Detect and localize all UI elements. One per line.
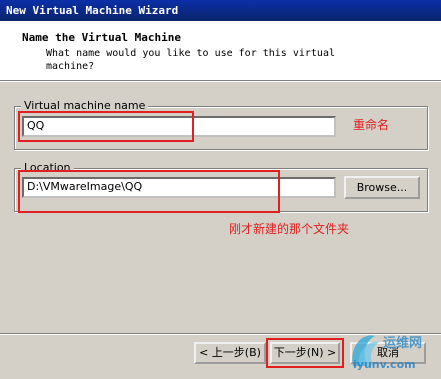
back-button[interactable]: < 上一步(B) [194, 342, 266, 364]
watermark-text: 运维网 [383, 336, 423, 351]
rename-annotation: 重命名 [353, 118, 390, 132]
site-watermark: 运维网 iyunv.com [345, 326, 441, 375]
page-title: Name the Virtual Machine [22, 31, 181, 44]
page-description: What name would you like to use for this… [46, 48, 335, 72]
wizard-header: Name the Virtual Machine What name would… [0, 21, 441, 81]
next-highlight [266, 338, 344, 368]
browse-button[interactable]: Browse... [344, 176, 420, 199]
folder-annotation: 刚才新建的那个文件夹 [229, 222, 350, 236]
watermark-url: iyunv.com [353, 358, 416, 371]
window-title: New Virtual Machine Wizard [0, 0, 441, 21]
header-divider [0, 81, 441, 82]
vm-name-highlight [18, 111, 194, 142]
location-highlight [18, 170, 280, 213]
